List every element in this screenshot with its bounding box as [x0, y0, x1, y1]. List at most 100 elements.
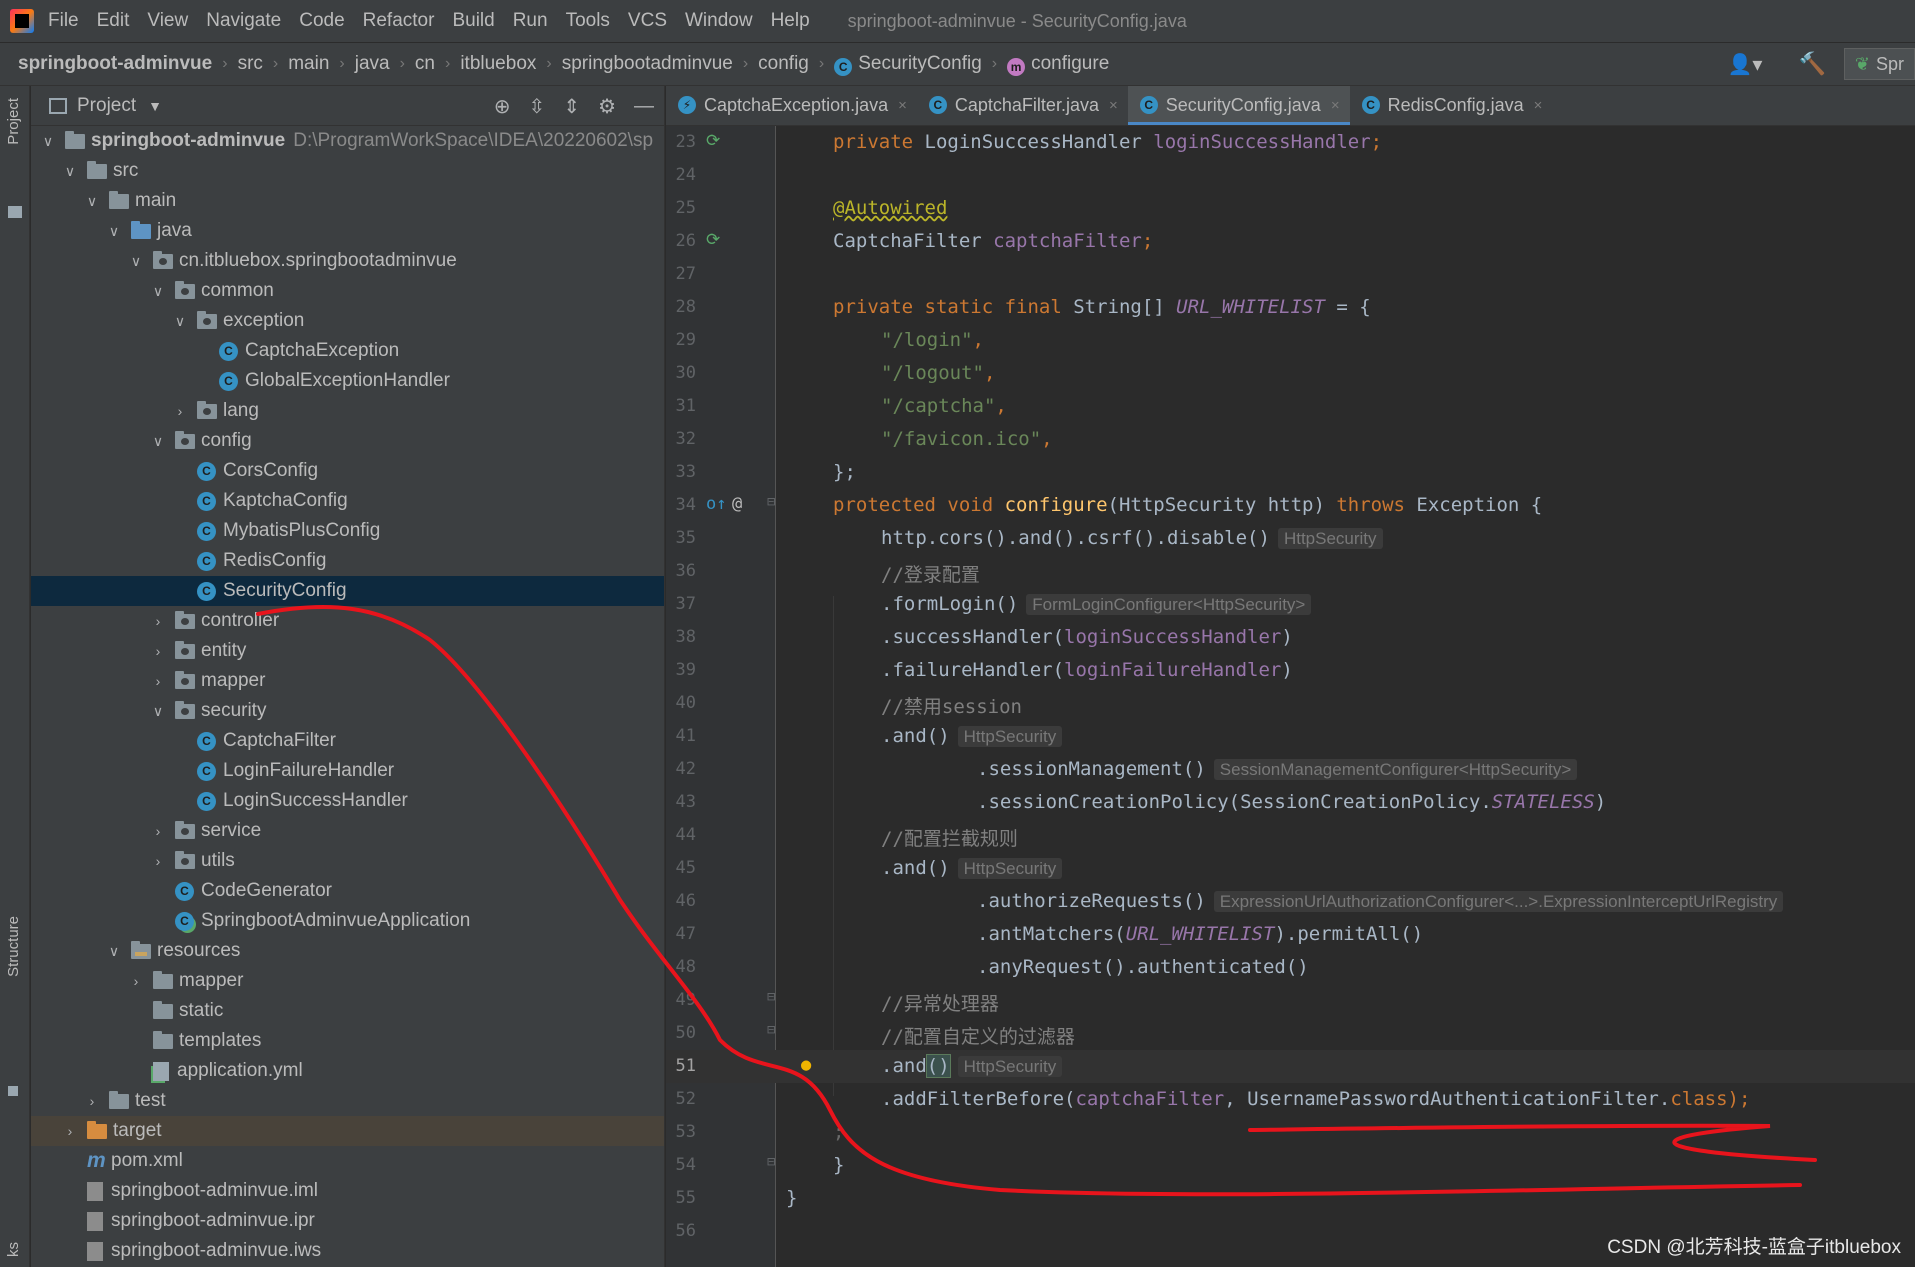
close-icon[interactable]: ×: [1534, 97, 1543, 114]
chevron-right-icon[interactable]: ›: [149, 853, 167, 869]
chevron-right-icon[interactable]: ›: [149, 643, 167, 659]
tree-item-mybatisplusconfig[interactable]: ∨ C MybatisPlusConfig: [31, 516, 664, 546]
close-icon[interactable]: ×: [1109, 97, 1118, 114]
tree-item-target[interactable]: › target: [31, 1116, 664, 1146]
fold-icon[interactable]: ⊟: [767, 989, 775, 1005]
code-line-30[interactable]: 30 "/logout",: [666, 357, 1915, 390]
breadcrumb-main[interactable]: main: [288, 53, 329, 75]
gear-icon[interactable]: ⚙: [598, 94, 616, 119]
code-line-35[interactable]: 35 http.cors().and().csrf().disable() Htt…: [666, 522, 1915, 555]
run-configuration-selector[interactable]: ❦ Spr: [1843, 48, 1915, 80]
tree-item-loginsuccesshandler[interactable]: ∨ C LoginSuccessHandler: [31, 786, 664, 816]
code-line-40[interactable]: 40 //禁用session: [666, 687, 1915, 720]
tab-redisconfig[interactable]: C RedisConfig.java ×: [1350, 86, 1553, 125]
expand-all-icon[interactable]: ⇳: [529, 94, 546, 119]
tree-item-templates[interactable]: ∨ templates: [31, 1026, 664, 1056]
code-line-47[interactable]: 47 .antMatchers(URL_WHITELIST).permitAll…: [666, 918, 1915, 951]
chevron-right-icon[interactable]: ›: [83, 1093, 101, 1109]
bean-navigate-icon[interactable]: ⟳: [706, 230, 720, 250]
fold-icon[interactable]: ⊟: [767, 1154, 775, 1170]
menu-file[interactable]: File: [48, 10, 79, 32]
tree-item-application-yml[interactable]: ∨ application.yml: [31, 1056, 664, 1086]
tree-item-utils[interactable]: › utils: [31, 846, 664, 876]
bean-navigate-icon[interactable]: ⟳: [706, 131, 720, 151]
menu-window[interactable]: Window: [685, 10, 753, 32]
chevron-down-icon[interactable]: ∨: [149, 703, 167, 720]
tree-item-loginfailurehandler[interactable]: ∨ C LoginFailureHandler: [31, 756, 664, 786]
menu-view[interactable]: View: [147, 10, 188, 32]
override-method-icon[interactable]: o↑: [706, 494, 726, 514]
code-line-26[interactable]: 26 ⟳ CaptchaFilter captchaFilter;: [666, 225, 1915, 258]
build-hammer-icon[interactable]: 🔨: [1798, 51, 1825, 77]
tree-item-controller[interactable]: › controller: [31, 606, 664, 636]
tree-item-project-root[interactable]: ∨ springboot-adminvue D:\ProgramWorkSpac…: [31, 126, 664, 156]
tree-item-mapper[interactable]: › mapper: [31, 666, 664, 696]
hide-panel-icon[interactable]: —: [634, 95, 654, 118]
project-folder-icon[interactable]: [8, 206, 22, 218]
chevron-down-icon[interactable]: ∨: [39, 133, 57, 150]
code-line-54[interactable]: 54 ⊟ }: [666, 1149, 1915, 1182]
chevron-right-icon[interactable]: ›: [149, 823, 167, 839]
code-line-33[interactable]: 33 };: [666, 456, 1915, 489]
code-line-52[interactable]: 52 .addFilterBefore(captchaFilter, Usern…: [666, 1083, 1915, 1116]
menu-vcs[interactable]: VCS: [628, 10, 667, 32]
locate-target-icon[interactable]: ⊕: [494, 94, 511, 119]
tree-item-resources-mapper[interactable]: › mapper: [31, 966, 664, 996]
chevron-down-icon[interactable]: ∨: [127, 253, 145, 270]
tree-item-application-class[interactable]: ∨ C SpringbootAdminvueApplication: [31, 906, 664, 936]
user-account-icon[interactable]: 👤▾: [1728, 52, 1763, 77]
code-line-28[interactable]: 28 private static final String[] URL_WHI…: [666, 291, 1915, 324]
code-line-48[interactable]: 48 .anyRequest().authenticated(): [666, 951, 1915, 984]
tree-item-security[interactable]: ∨ security: [31, 696, 664, 726]
breadcrumb-project[interactable]: springboot-adminvue: [18, 53, 212, 75]
chevron-down-icon[interactable]: ∨: [61, 163, 79, 180]
close-icon[interactable]: ×: [1331, 97, 1340, 114]
code-line-55[interactable]: 55 }: [666, 1182, 1915, 1215]
chevron-down-icon[interactable]: ∨: [149, 433, 167, 450]
tree-item-ipr[interactable]: ∨ springboot-adminvue.ipr: [31, 1206, 664, 1236]
code-line-29[interactable]: 29 "/login",: [666, 324, 1915, 357]
tree-item-securityconfig[interactable]: ∨ C SecurityConfig: [31, 576, 664, 606]
code-line-49[interactable]: 49 ⊟ //异常处理器: [666, 984, 1915, 1017]
code-line-37[interactable]: 37 .formLogin() FormLoginConfigurer<HttpS…: [666, 588, 1915, 621]
tree-item-captchaexception[interactable]: ∨ C CaptchaException: [31, 336, 664, 366]
code-line-44[interactable]: 44 //配置拦截规则: [666, 819, 1915, 852]
tree-item-corsconfig[interactable]: ∨ C CorsConfig: [31, 456, 664, 486]
breadcrumb-springbootadminvue[interactable]: springbootadminvue: [562, 53, 733, 75]
code-line-53[interactable]: 53 ;: [666, 1116, 1915, 1149]
code-line-36[interactable]: 36 //登录配置: [666, 555, 1915, 588]
tree-item-iml[interactable]: ∨ springboot-adminvue.iml: [31, 1176, 664, 1206]
tree-item-captchafilter[interactable]: ∨ C CaptchaFilter: [31, 726, 664, 756]
code-line-51[interactable]: 51 ● .and() HttpSecurity: [666, 1050, 1915, 1083]
menu-run[interactable]: Run: [513, 10, 548, 32]
menu-navigate[interactable]: Navigate: [206, 10, 281, 32]
lightbulb-icon[interactable]: ●: [801, 1055, 811, 1075]
tree-item-redisconfig[interactable]: ∨ C RedisConfig: [31, 546, 664, 576]
tab-captchafilter[interactable]: C CaptchaFilter.java ×: [917, 86, 1128, 125]
breadcrumb-cn[interactable]: cn: [415, 53, 435, 75]
breadcrumb-java[interactable]: java: [355, 53, 390, 75]
chevron-right-icon[interactable]: ›: [127, 973, 145, 989]
menu-code[interactable]: Code: [299, 10, 344, 32]
menu-build[interactable]: Build: [452, 10, 494, 32]
code-area[interactable]: 23 ⟳ private LoginSuccessHandler loginSu…: [666, 126, 1915, 1267]
chevron-right-icon[interactable]: ›: [171, 403, 189, 419]
code-line-34[interactable]: 34 o↑ @ ⊟ protected void configure(HttpS…: [666, 489, 1915, 522]
code-line-38[interactable]: 38 .successHandler(loginSuccessHandler): [666, 621, 1915, 654]
tree-item-service[interactable]: › service: [31, 816, 664, 846]
chevron-down-icon[interactable]: ∨: [105, 223, 123, 240]
tree-item-pom[interactable]: ∨ m pom.xml: [31, 1146, 664, 1176]
code-line-32[interactable]: 32 "/favicon.ico",: [666, 423, 1915, 456]
fold-icon[interactable]: ⊟: [767, 494, 775, 510]
tree-item-kaptchaconfig[interactable]: ∨ C KaptchaConfig: [31, 486, 664, 516]
close-icon[interactable]: ×: [898, 97, 907, 114]
code-line-45[interactable]: 45 .and() HttpSecurity: [666, 852, 1915, 885]
breadcrumb-config[interactable]: config: [758, 53, 809, 75]
code-line-39[interactable]: 39 .failureHandler(loginFailureHandler): [666, 654, 1915, 687]
tree-item-iws[interactable]: ∨ springboot-adminvue.iws: [31, 1236, 664, 1266]
chevron-down-icon[interactable]: ∨: [171, 313, 189, 330]
tool-tab-structure[interactable]: Structure: [5, 916, 22, 977]
tab-securityconfig[interactable]: C SecurityConfig.java ×: [1127, 86, 1350, 125]
tree-item-exception[interactable]: ∨ exception: [31, 306, 664, 336]
tree-item-globalexceptionhandler[interactable]: ∨ C GlobalExceptionHandler: [31, 366, 664, 396]
